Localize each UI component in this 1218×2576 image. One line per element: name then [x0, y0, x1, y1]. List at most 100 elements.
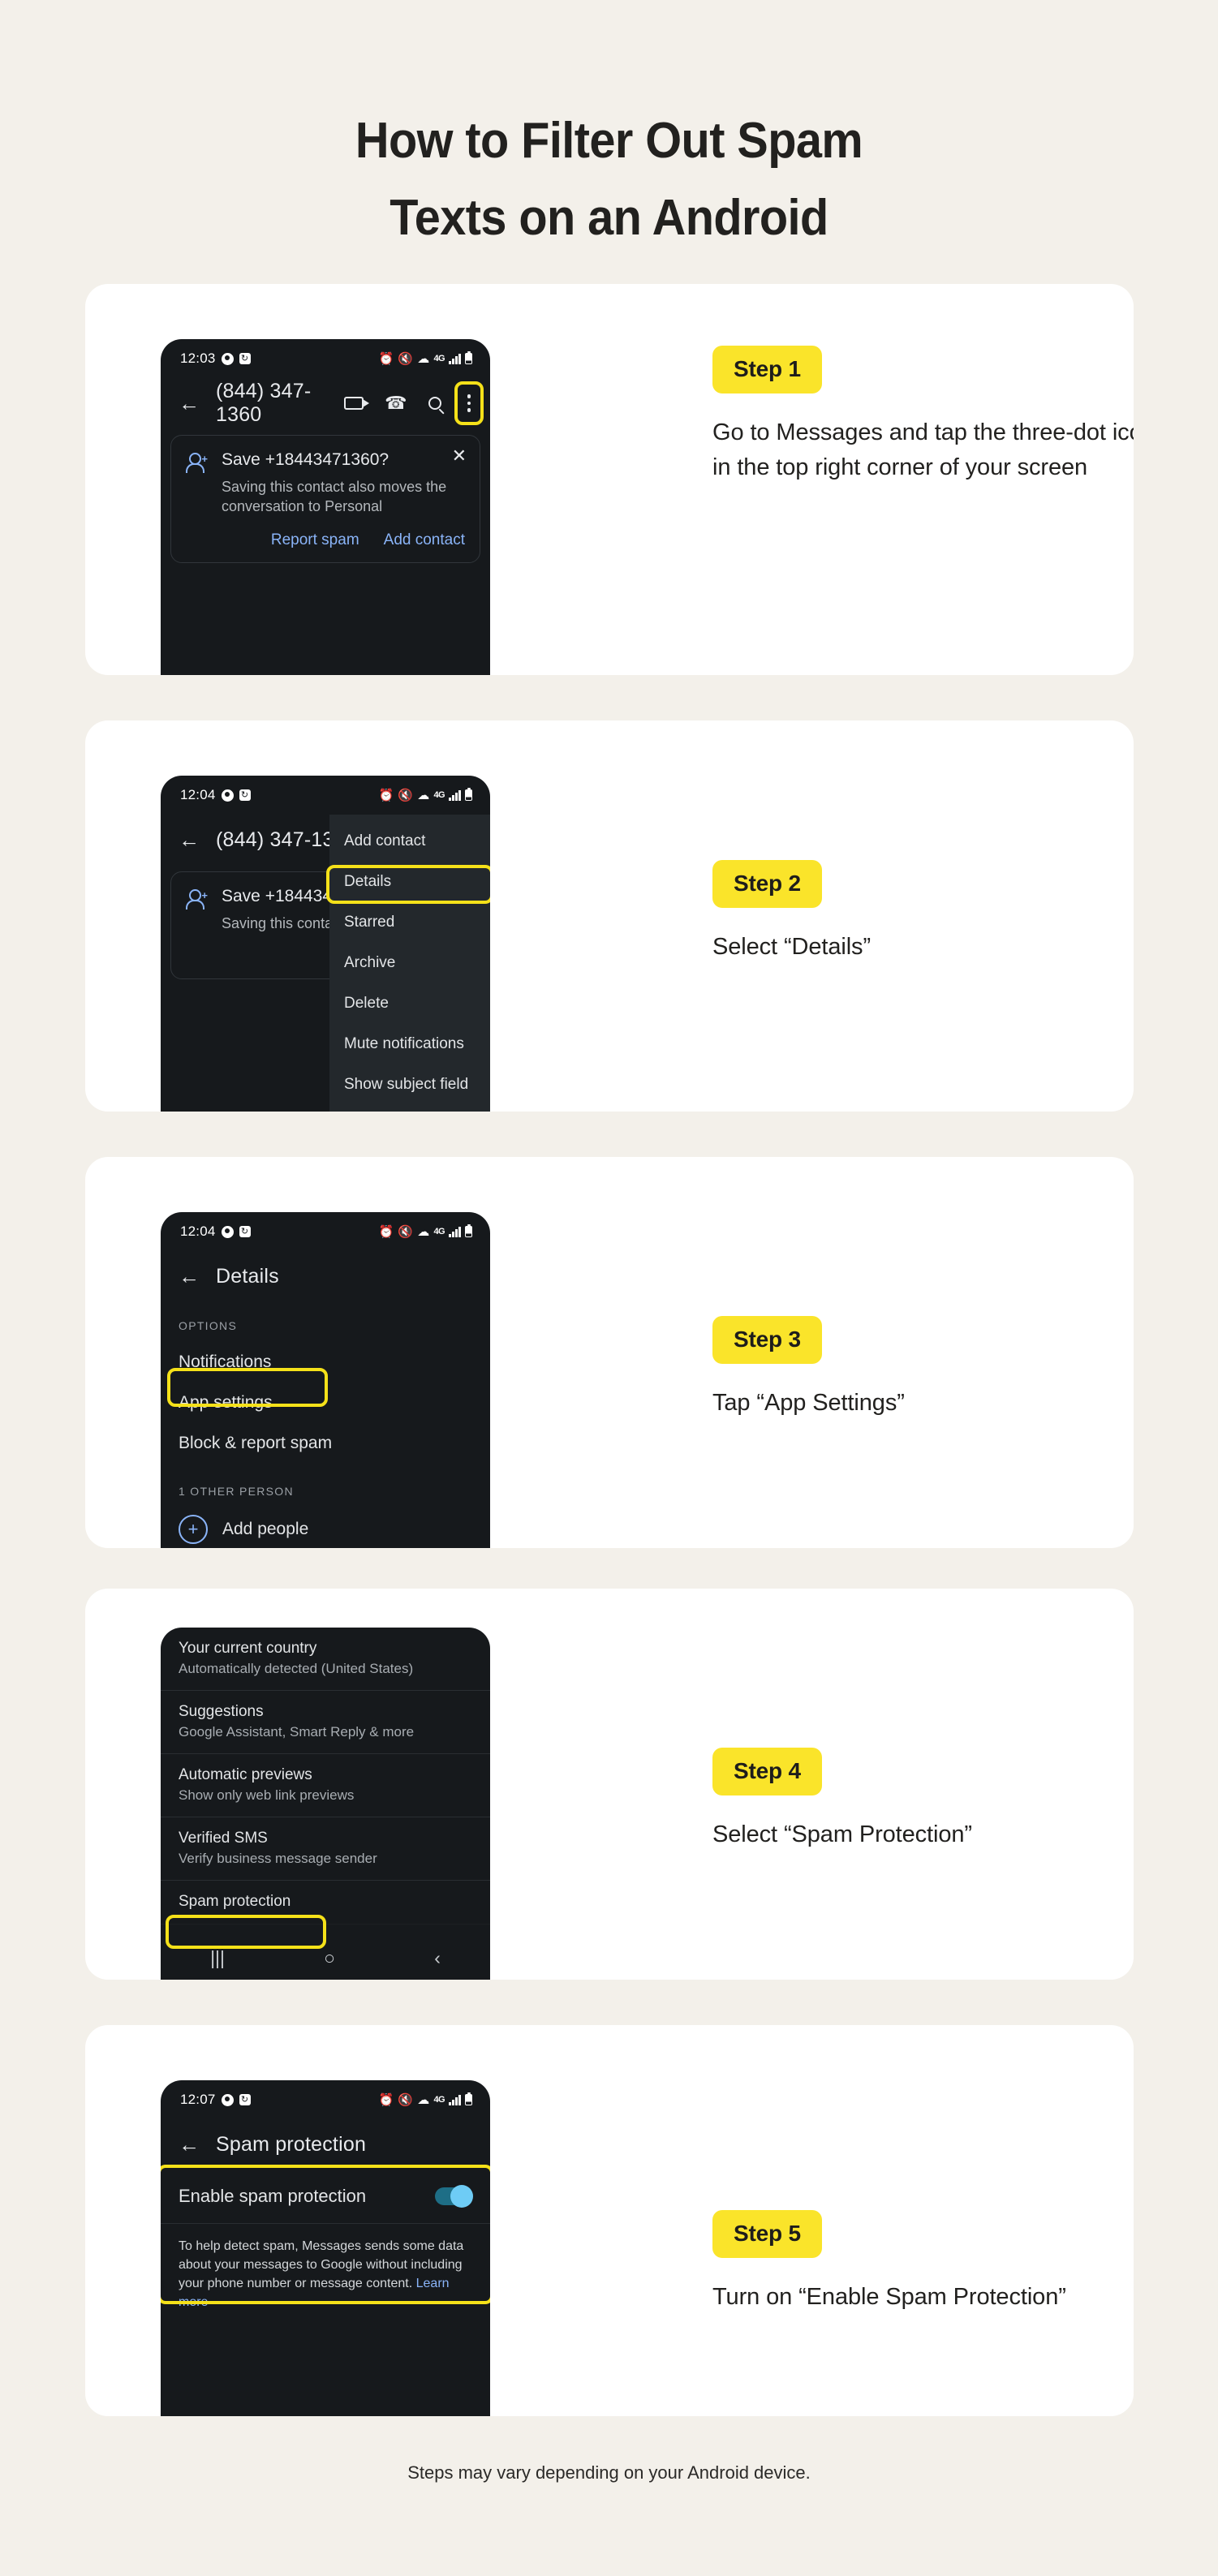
- rotate-icon: [239, 1226, 251, 1237]
- network-type-label: 4G: [433, 790, 445, 800]
- setting-title: Spam protection: [179, 1893, 291, 1910]
- save-contact-question: Save +18443471360?: [222, 450, 390, 469]
- enable-spam-protection-row[interactable]: Enable spam protection: [161, 2170, 490, 2223]
- signal-icon: [449, 2094, 461, 2105]
- setting-desc: Show only web link previews: [179, 1787, 355, 1803]
- signal-icon: [449, 1226, 461, 1237]
- mute-icon: 🔇: [398, 2092, 414, 2107]
- overflow-menu: Add contact Details Starred Archive Dele…: [329, 815, 490, 1112]
- step-description-1: Go to Messages and tap the three-dot ico…: [712, 419, 1134, 480]
- signal-icon: [449, 789, 461, 801]
- mute-icon: 🔇: [398, 1224, 414, 1239]
- profile-icon: [221, 352, 234, 365]
- phone-screenshot-2: 12:04 ⏰ 🔇 ☁ 4G ← (844) 347-1360 + Save +…: [161, 776, 490, 1112]
- setting-spam-protection[interactable]: Spam protection: [161, 1880, 490, 1924]
- status-bar: 12:04 ⏰ 🔇 ☁ 4G: [161, 1212, 490, 1251]
- page-title-line-1: How to Filter Out Spam: [355, 113, 863, 169]
- step-badge-3: Step 3: [712, 1316, 822, 1364]
- setting-current-country[interactable]: Your current country Automatically detec…: [161, 1628, 490, 1690]
- menu-item-archive[interactable]: Archive: [329, 943, 490, 983]
- back-arrow-icon[interactable]: ←: [179, 393, 200, 414]
- step-card-1: 12:03 ⏰ 🔇 ☁ 4G ← (844) 347-1360 ☎: [85, 284, 1134, 675]
- alarm-icon: ⏰: [378, 788, 394, 802]
- menu-item-show-subject-field[interactable]: Show subject field: [329, 1064, 490, 1105]
- setting-title: Verified SMS: [179, 1830, 268, 1847]
- add-contact-link[interactable]: Add contact: [384, 531, 465, 549]
- phone-screenshot-4: Your current country Automatically detec…: [161, 1628, 490, 1980]
- step-description-2: Select “Details”: [712, 934, 872, 960]
- step-badge-5: Step 5: [712, 2210, 822, 2258]
- back-icon[interactable]: ‹: [434, 1947, 441, 1969]
- phone-call-icon[interactable]: ☎: [385, 394, 407, 412]
- status-bar: 12:04 ⏰ 🔇 ☁ 4G: [161, 776, 490, 815]
- setting-title: Your current country: [179, 1640, 317, 1657]
- step-description-3: Tap “App Settings”: [712, 1390, 905, 1416]
- home-icon[interactable]: ○: [324, 1947, 335, 1969]
- phone-screenshot-1: 12:03 ⏰ 🔇 ☁ 4G ← (844) 347-1360 ☎: [161, 339, 490, 675]
- step-badge-1: Step 1: [712, 346, 822, 393]
- page-title-line-2: Texts on an Android: [390, 190, 828, 246]
- report-spam-link[interactable]: Report spam: [271, 531, 359, 549]
- option-block-report-spam[interactable]: Block & report spam: [161, 1423, 490, 1464]
- enable-spam-protection-toggle[interactable]: [435, 2185, 473, 2208]
- status-clock: 12:04: [180, 787, 216, 802]
- battery-icon: [465, 350, 472, 364]
- setting-desc: Google Assistant, Smart Reply & more: [179, 1724, 415, 1740]
- alarm-icon: ⏰: [378, 1224, 394, 1239]
- app-bar: ← Details: [161, 1251, 490, 1301]
- back-arrow-icon[interactable]: ←: [179, 829, 200, 850]
- step-description-5: Turn on “Enable Spam Protection”: [712, 2284, 1066, 2310]
- person-add-icon: +: [186, 453, 208, 473]
- overflow-menu-icon[interactable]: [463, 392, 476, 415]
- back-arrow-icon[interactable]: ←: [179, 1266, 200, 1287]
- step-card-2: 12:04 ⏰ 🔇 ☁ 4G ← (844) 347-1360 + Save +…: [85, 720, 1134, 1112]
- status-clock: 12:03: [180, 350, 216, 366]
- back-arrow-icon[interactable]: ←: [179, 2134, 200, 2155]
- setting-verified-sms[interactable]: Verified SMS Verify business message sen…: [161, 1817, 490, 1880]
- setting-desc: Verify business message sender: [179, 1851, 377, 1866]
- section-label-options: OPTIONS: [179, 1319, 238, 1332]
- option-app-settings[interactable]: App settings: [161, 1383, 490, 1423]
- option-notifications[interactable]: Notifications: [161, 1342, 490, 1383]
- battery-icon: [465, 1223, 472, 1237]
- save-contact-banner: + Save +18443471360? ✕ Saving this conta…: [170, 435, 480, 563]
- rotate-icon: [239, 789, 251, 801]
- step-badge-2: Step 2: [712, 860, 822, 908]
- menu-item-delete[interactable]: Delete: [329, 983, 490, 1024]
- recents-icon[interactable]: |||: [210, 1947, 225, 1969]
- search-icon[interactable]: [428, 397, 441, 410]
- menu-item-starred[interactable]: Starred: [329, 902, 490, 943]
- profile-icon: [221, 789, 234, 802]
- network-type-label: 4G: [433, 2095, 445, 2105]
- enable-spam-protection-label: Enable spam protection: [179, 2186, 367, 2206]
- network-type-label: 4G: [433, 1227, 445, 1236]
- phone-screenshot-3: 12:04 ⏰ 🔇 ☁ 4G ← Details OPTIONS Notific…: [161, 1212, 490, 1548]
- menu-item-send-feedback[interactable]: Send feedback: [329, 1105, 490, 1112]
- menu-item-details[interactable]: Details: [329, 862, 490, 902]
- close-icon[interactable]: ✕: [452, 447, 467, 465]
- wifi-icon: ☁: [417, 1224, 430, 1239]
- person-add-icon: +: [186, 889, 208, 910]
- menu-item-mute-notifications[interactable]: Mute notifications: [329, 1024, 490, 1064]
- spam-protection-title: Spam protection: [216, 2132, 367, 2156]
- menu-item-add-contact[interactable]: Add contact: [329, 821, 490, 862]
- video-call-icon[interactable]: [344, 397, 370, 410]
- setting-suggestions[interactable]: Suggestions Google Assistant, Smart Repl…: [161, 1690, 490, 1753]
- mute-icon: 🔇: [398, 788, 414, 802]
- alarm-icon: ⏰: [378, 351, 394, 366]
- add-people-row[interactable]: + Add people: [161, 1507, 490, 1548]
- step-badge-4: Step 4: [712, 1748, 822, 1795]
- setting-automatic-previews[interactable]: Automatic previews Show only web link pr…: [161, 1753, 490, 1817]
- spam-protection-note: To help detect spam, Messages sends some…: [161, 2223, 490, 2328]
- network-type-label: 4G: [433, 354, 445, 363]
- profile-icon: [221, 2093, 234, 2106]
- step-card-3: 12:04 ⏰ 🔇 ☁ 4G ← Details OPTIONS Notific…: [85, 1157, 1134, 1548]
- plus-icon: +: [179, 1515, 208, 1544]
- section-label-other-person: 1 OTHER PERSON: [179, 1485, 294, 1498]
- conversation-title: (844) 347-1360: [216, 380, 312, 426]
- app-bar: ← Spam protection: [161, 2119, 490, 2170]
- signal-icon: [449, 353, 461, 364]
- wifi-icon: ☁: [417, 2092, 430, 2107]
- step-card-5: 12:07 ⏰ 🔇 ☁ 4G ← Spam protection Enable …: [85, 2025, 1134, 2416]
- step-description-4: Select “Spam Protection”: [712, 1821, 972, 1847]
